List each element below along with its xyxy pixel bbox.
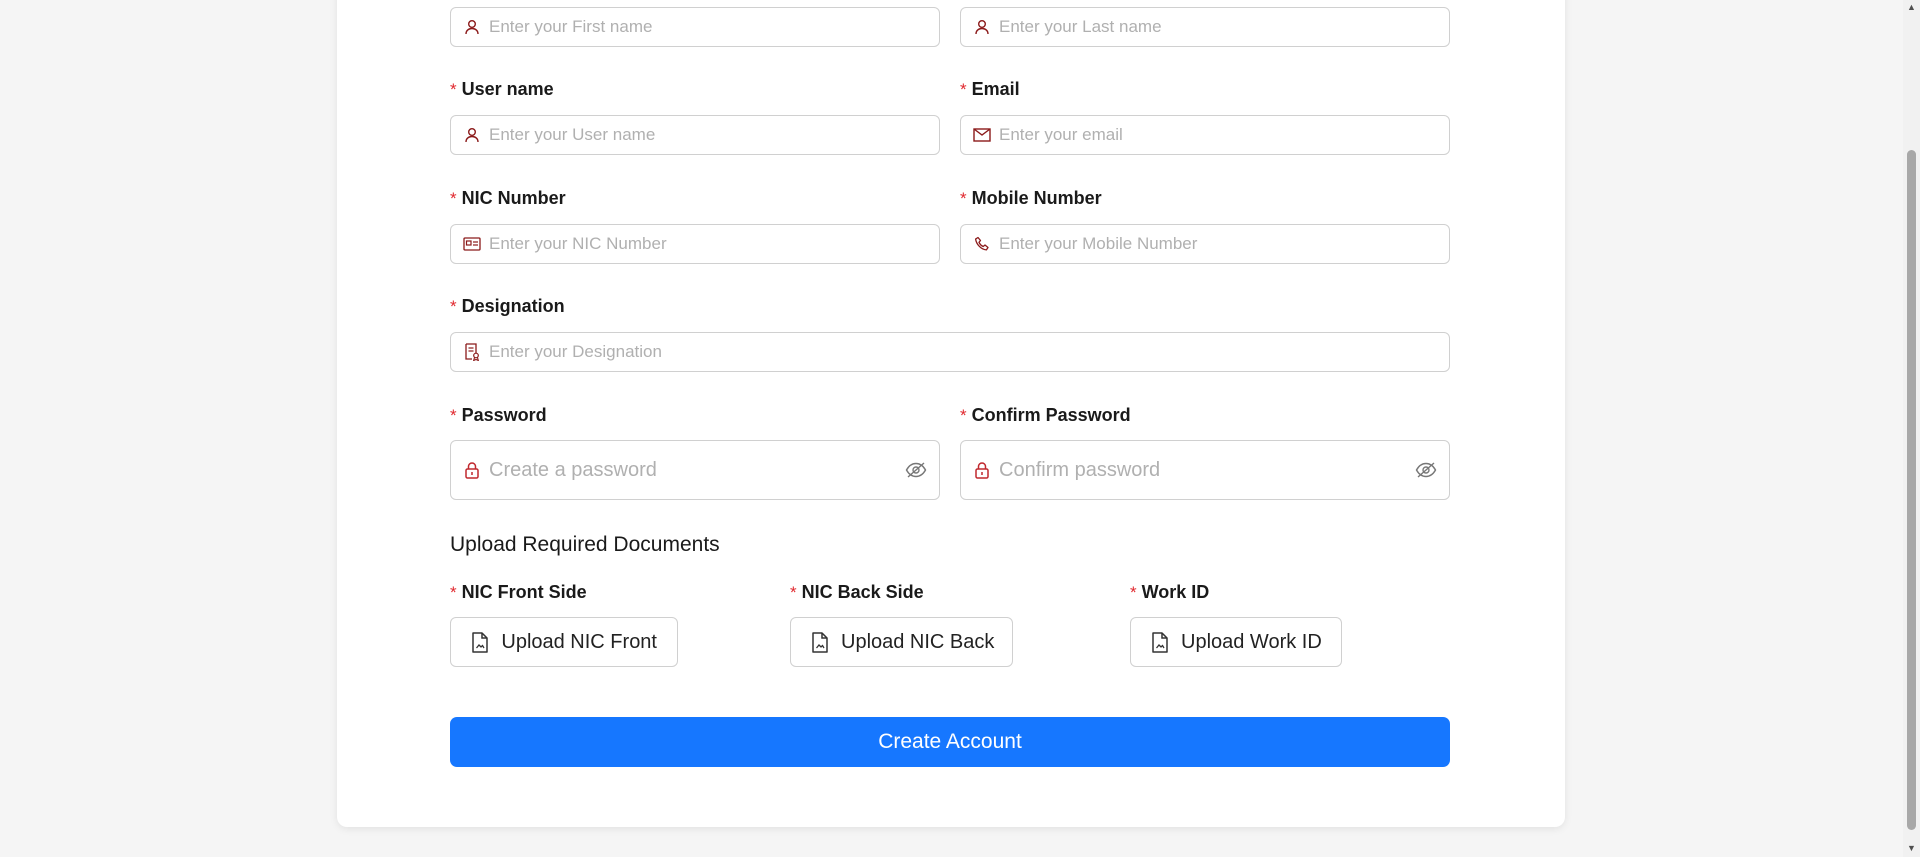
certificate-icon	[463, 343, 481, 361]
phone-icon	[973, 235, 991, 253]
user-icon	[463, 126, 481, 144]
required-mark: *	[450, 188, 457, 208]
username-input[interactable]: Enter your User name	[450, 115, 940, 155]
confirm-password-label: * Confirm Password	[960, 405, 1131, 425]
confirm-password-placeholder: Confirm password	[999, 458, 1161, 481]
file-icon	[1151, 631, 1169, 653]
upload-nic-front-button[interactable]: Upload NIC Front	[450, 617, 678, 667]
nic-input[interactable]: Enter your NIC Number	[450, 224, 940, 264]
create-account-button[interactable]: Create Account	[450, 717, 1450, 767]
scroll-down-arrow-icon[interactable]: ▼	[1906, 843, 1917, 853]
eye-invisible-icon[interactable]	[905, 459, 927, 481]
id-card-icon	[463, 235, 481, 253]
designation-label: * Designation	[450, 296, 565, 316]
required-mark: *	[790, 582, 797, 602]
mobile-input[interactable]: Enter your Mobile Number	[960, 224, 1450, 264]
required-mark: *	[450, 582, 457, 602]
password-label: * Password	[450, 405, 547, 425]
nic-front-label: * NIC Front Side	[450, 582, 587, 602]
required-mark: *	[960, 188, 967, 208]
required-mark: *	[960, 405, 967, 425]
lock-icon	[463, 461, 481, 479]
email-placeholder: Enter your email	[999, 125, 1123, 144]
password-input[interactable]: Create a password	[450, 440, 940, 500]
upload-nic-back-button[interactable]: Upload NIC Back	[790, 617, 1013, 667]
nic-back-label: * NIC Back Side	[790, 582, 924, 602]
designation-placeholder: Enter your Designation	[489, 342, 662, 361]
nic-placeholder: Enter your NIC Number	[489, 234, 667, 253]
scrollbar-thumb[interactable]	[1907, 150, 1916, 830]
designation-input[interactable]: Enter your Designation	[450, 332, 1450, 372]
file-icon	[471, 631, 489, 653]
upload-work-id-button[interactable]: Upload Work ID	[1130, 617, 1342, 667]
user-icon	[463, 18, 481, 36]
username-label: * User name	[450, 79, 554, 99]
required-mark: *	[450, 405, 457, 425]
required-mark: *	[450, 79, 457, 99]
password-placeholder: Create a password	[489, 458, 657, 481]
last-name-placeholder: Enter your Last name	[999, 17, 1162, 36]
required-mark: *	[1130, 582, 1137, 602]
email-input[interactable]: Enter your email	[960, 115, 1450, 155]
scroll-up-arrow-icon[interactable]: ▲	[1906, 2, 1917, 12]
first-name-input[interactable]: Enter your First name	[450, 7, 940, 47]
file-icon	[811, 631, 829, 653]
first-name-placeholder: Enter your First name	[489, 17, 653, 36]
lock-icon	[973, 461, 991, 479]
nic-label: * NIC Number	[450, 188, 566, 208]
username-placeholder: Enter your User name	[489, 125, 656, 144]
last-name-input[interactable]: Enter your Last name	[960, 7, 1450, 47]
user-icon	[973, 18, 991, 36]
work-id-label: * Work ID	[1130, 582, 1210, 602]
email-label: * Email	[960, 79, 1020, 99]
mail-icon	[973, 126, 991, 144]
required-mark: *	[960, 79, 967, 99]
confirm-password-input[interactable]: Confirm password	[960, 440, 1450, 500]
page-scrollbar[interactable]: ▲ ▼	[1903, 0, 1920, 857]
required-mark: *	[450, 296, 457, 316]
eye-invisible-icon[interactable]	[1415, 459, 1437, 481]
upload-section-title: Upload Required Documents	[450, 533, 720, 556]
mobile-label: * Mobile Number	[960, 188, 1102, 208]
mobile-placeholder: Enter your Mobile Number	[999, 234, 1198, 253]
